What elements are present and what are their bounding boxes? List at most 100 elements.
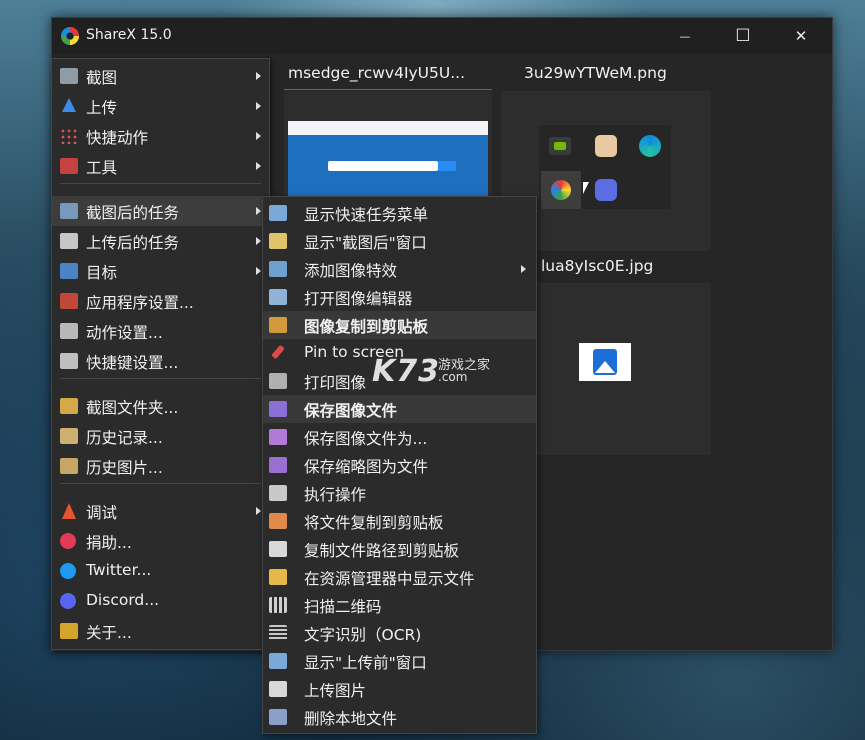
keyboard-icon: [60, 353, 78, 369]
maximize-button[interactable]: ☐: [720, 18, 766, 54]
menu-item-label: 应用程序设置...: [86, 294, 194, 312]
before-upload-icon: [269, 653, 287, 669]
pin-icon: [271, 344, 285, 360]
submenu-item-16[interactable]: 文字识别（OCR): [263, 619, 536, 647]
menu-item-label: 快捷动作: [86, 129, 149, 147]
debug-cone-icon: [62, 503, 76, 519]
minimize-icon: —: [679, 29, 691, 43]
watermark: K73 游戏之家 .com: [372, 354, 490, 389]
watermark-domain: .com: [438, 370, 468, 384]
submenu-item-15[interactable]: 扫描二维码: [263, 591, 536, 619]
menu-item-label: 捐助...: [86, 534, 132, 552]
thumbnail-title[interactable]: 3u29wYTWeM.png: [524, 64, 667, 82]
menu-item-label: Discord...: [86, 591, 160, 609]
explorer-folder-icon: [269, 569, 287, 585]
printer-icon: [269, 373, 287, 389]
upload-arrow-icon: [62, 98, 76, 112]
menu-item-5[interactable]: 截图后的任务: [52, 196, 269, 226]
discord-icon: [60, 593, 76, 609]
ocr-text-icon: [269, 625, 287, 641]
submenu-item-8[interactable]: 保存图像文件: [263, 395, 536, 423]
submenu-item-3[interactable]: 添加图像特效: [263, 255, 536, 283]
submenu-item-label: 显示"截图后"窗口: [304, 234, 427, 252]
submenu-item-label: 显示快速任务菜单: [304, 206, 429, 224]
menu-item-8[interactable]: 应用程序设置...: [52, 286, 269, 316]
submenu-item-label: 保存图像文件为...: [304, 430, 428, 448]
image-effects-icon: [269, 261, 287, 277]
menu-item-label: 截图后的任务: [86, 204, 180, 222]
submenu-item-10[interactable]: 保存缩略图为文件: [263, 451, 536, 479]
capture-icon: [60, 68, 78, 84]
after-capture-icon: [60, 203, 78, 219]
submenu-arrow-icon: [256, 102, 261, 110]
submenu-item-18[interactable]: 上传图片: [263, 675, 536, 703]
submenu-item-17[interactable]: 显示"上传前"窗口: [263, 647, 536, 675]
menu-item-18[interactable]: 关于...: [52, 616, 269, 646]
menu-item-12[interactable]: 历史记录...: [52, 421, 269, 451]
sharex-logo-icon: [61, 27, 79, 45]
close-button[interactable]: ✕: [778, 18, 824, 54]
submenu-item-11[interactable]: 执行操作: [263, 479, 536, 507]
menu-item-7[interactable]: 目标: [52, 256, 269, 286]
submenu-item-9[interactable]: 保存图像文件为...: [263, 423, 536, 451]
thumbnail-save-icon: [269, 457, 287, 473]
menu-item-label: Twitter...: [86, 561, 152, 579]
menu-separator: [60, 183, 261, 184]
menu-item-3[interactable]: 快捷动作: [52, 121, 269, 151]
submenu-item-label: 上传图片: [304, 682, 367, 700]
minimize-button[interactable]: —: [662, 18, 708, 54]
menu-item-14[interactable]: 调试: [52, 496, 269, 526]
menu-item-16[interactable]: Twitter...: [52, 556, 269, 586]
menu-item-9[interactable]: 动作设置...: [52, 316, 269, 346]
gear-icon: [60, 323, 78, 339]
menu-item-15[interactable]: 捐助...: [52, 526, 269, 556]
submenu-item-label: 执行操作: [304, 486, 367, 504]
menu-item-10[interactable]: 快捷键设置...: [52, 346, 269, 376]
submenu-item-14[interactable]: 在资源管理器中显示文件: [263, 563, 536, 591]
submenu-item-2[interactable]: 显示"截图后"窗口: [263, 227, 536, 255]
menu-item-label: 目标: [86, 264, 118, 282]
menu-item-1[interactable]: 截图: [52, 61, 269, 91]
submenu-item-4[interactable]: 打开图像编辑器: [263, 283, 536, 311]
sharex-tray-icon: [541, 171, 581, 209]
destination-icon: [60, 263, 78, 279]
menu-item-13[interactable]: 历史图片...: [52, 451, 269, 481]
taskbar-icons-preview: [539, 125, 671, 209]
submenu-item-label: 添加图像特效: [304, 262, 398, 280]
submenu-item-19[interactable]: 删除本地文件: [263, 703, 536, 731]
submenu-arrow-icon: [256, 237, 261, 245]
qr-code-icon: [269, 597, 287, 613]
submenu-arrow-icon: [256, 507, 261, 515]
clipboard-file-icon: [269, 513, 287, 529]
submenu-item-12[interactable]: 将文件复制到剪贴板: [263, 507, 536, 535]
heart-icon: [60, 533, 76, 549]
folder-icon: [60, 398, 78, 414]
title-bar[interactable]: ShareX 15.0 — ☐ ✕: [52, 18, 832, 54]
submenu-item-13[interactable]: 复制文件路径到剪贴板: [263, 535, 536, 563]
menu-item-2[interactable]: 上传: [52, 91, 269, 121]
menu-item-label: 历史记录...: [86, 429, 163, 447]
submenu-arrow-icon: [521, 265, 526, 273]
toolbox-icon: [60, 158, 78, 174]
broken-image-icon: [579, 343, 631, 381]
cloud-upload-icon: [269, 681, 287, 697]
image-history-icon: [60, 458, 78, 474]
submenu-item-1[interactable]: 显示快速任务菜单: [263, 199, 536, 227]
menu-item-17[interactable]: Discord...: [52, 586, 269, 616]
cloud-upload-icon: [60, 233, 78, 249]
submenu-item-label: 扫描二维码: [304, 598, 382, 616]
menu-item-6[interactable]: 上传后的任务: [52, 226, 269, 256]
submenu-arrow-icon: [256, 207, 261, 215]
menu-item-11[interactable]: 截图文件夹...: [52, 391, 269, 421]
submenu-arrow-icon: [256, 162, 261, 170]
preview-header: [288, 121, 488, 135]
submenu-arrow-icon: [256, 72, 261, 80]
submenu-item-label: 在资源管理器中显示文件: [304, 570, 475, 588]
thumbnail-title[interactable]: lua8yIsc0E.jpg: [541, 257, 653, 275]
window-title: ShareX 15.0: [86, 27, 172, 43]
menu-item-label: 历史图片...: [86, 459, 163, 477]
menu-item-4[interactable]: 工具: [52, 151, 269, 181]
thumbnail-title[interactable]: msedge_rcwv4IyU5U...: [288, 64, 465, 82]
submenu-item-5[interactable]: 图像复制到剪贴板: [263, 311, 536, 339]
submenu-item-label: 打印图像: [304, 374, 367, 392]
